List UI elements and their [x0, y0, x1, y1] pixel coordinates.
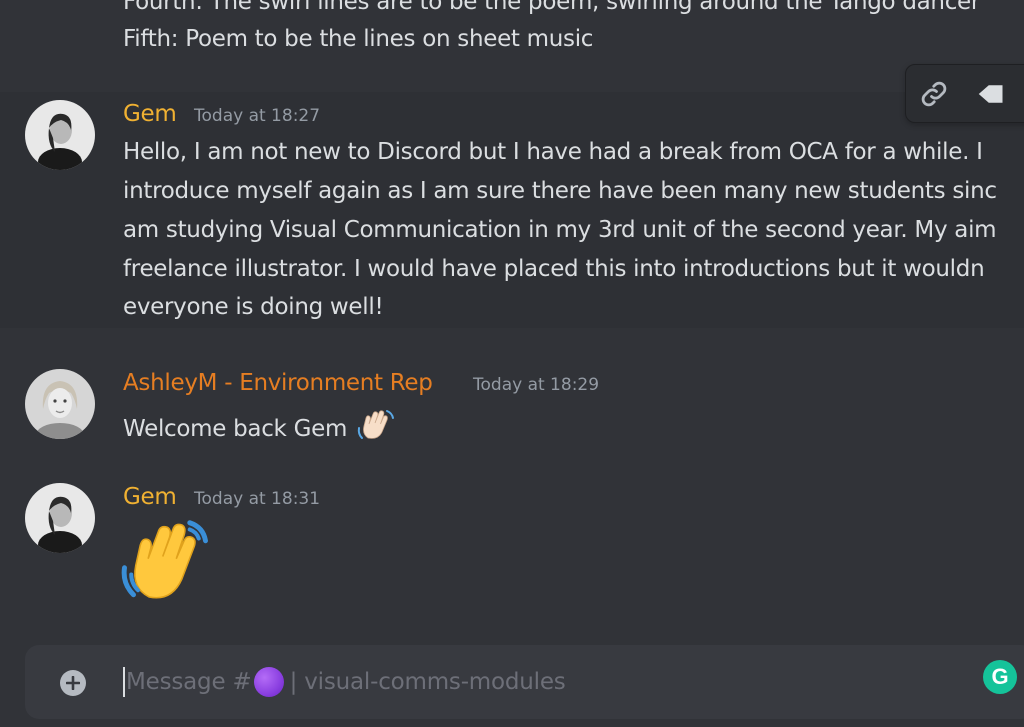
message-line: freelance illustrator. I would have plac…: [123, 256, 985, 282]
message-line: Fourth: The swirl lines are to be the po…: [123, 0, 981, 15]
message-line: Welcome back Gem: [123, 408, 396, 448]
message-line: introduce myself again as I am sure ther…: [123, 178, 997, 204]
waving-hand-emoji-icon: [356, 408, 396, 448]
placeholder-suffix: | visual-comms-modules: [289, 669, 566, 695]
message-actions-toolbar: [905, 64, 1024, 123]
message-timestamp: Today at 18:27: [194, 106, 321, 126]
purple-circle-emoji-icon: [253, 667, 284, 697]
reply-icon[interactable]: [972, 76, 1008, 112]
message-timestamp: Today at 18:29: [473, 375, 600, 395]
message-author[interactable]: Gem: [123, 484, 177, 510]
avatar[interactable]: [25, 369, 95, 439]
message-hover-highlight: [0, 92, 1024, 328]
chat-view: Fourth: The swirl lines are to be the po…: [0, 0, 1024, 727]
grammarly-icon[interactable]: G: [983, 660, 1017, 694]
message-input[interactable]: Message # | visual-comms-modules: [126, 667, 566, 697]
avatar[interactable]: [25, 100, 95, 170]
message-timestamp: Today at 18:31: [194, 489, 321, 509]
placeholder-prefix: Message #: [126, 669, 252, 695]
link-icon[interactable]: [916, 76, 952, 112]
text-caret: [123, 667, 125, 697]
waving-hand-emoji-icon: [120, 518, 210, 608]
message-line: am studying Visual Communication in my 3…: [123, 217, 997, 243]
plus-icon: [66, 676, 80, 690]
avatar[interactable]: [25, 483, 95, 553]
message-line: everyone is doing well!: [123, 294, 384, 320]
message-line: Fifth: Poem to be the lines on sheet mus…: [123, 26, 594, 52]
message-text: Welcome back Gem: [123, 416, 348, 442]
message-author[interactable]: Gem: [123, 101, 177, 127]
message-composer[interactable]: Message # | visual-comms-modules G: [25, 645, 1024, 719]
message-author[interactable]: AshleyM - Environment Rep: [123, 370, 433, 396]
add-attachment-button[interactable]: [60, 670, 86, 696]
message-line: Hello, I am not new to Discord but I hav…: [123, 139, 983, 165]
